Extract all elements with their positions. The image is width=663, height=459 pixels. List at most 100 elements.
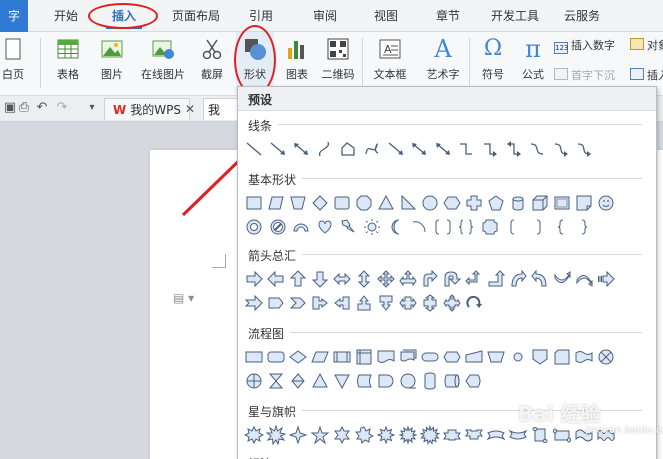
shape-line[interactable] (244, 139, 264, 159)
tab-view[interactable]: 视图 (374, 0, 398, 32)
shape-moon[interactable] (386, 217, 406, 237)
object-button[interactable]: 对象 (630, 36, 663, 56)
shape-rt-triangle[interactable] (398, 193, 418, 213)
shape-can[interactable] (508, 193, 528, 213)
shape-r-callout[interactable] (310, 293, 330, 313)
shape-r-brace[interactable] (574, 217, 594, 237)
tab-my-wps[interactable]: W 我的WPS (104, 98, 190, 120)
shape-r-arrow[interactable] (244, 269, 264, 289)
shape-f-man-input[interactable] (464, 347, 484, 367)
shape-arrow-line[interactable] (268, 139, 288, 159)
shape-star10[interactable] (398, 425, 418, 445)
shape-burst2[interactable] (266, 425, 286, 445)
shape-burst1[interactable] (244, 425, 264, 445)
shape-star6[interactable] (332, 425, 352, 445)
shape-curved-u[interactable] (552, 269, 572, 289)
shape-bent-arrow[interactable] (420, 269, 440, 289)
shape-curved-d[interactable] (574, 269, 594, 289)
shape-curve-arrow[interactable] (574, 139, 594, 159)
shape-notched-r[interactable] (244, 293, 264, 313)
shape-f-multi-doc[interactable] (398, 347, 418, 367)
tab-review[interactable]: 审阅 (313, 0, 337, 32)
shape-dbl-bracket[interactable] (433, 217, 453, 237)
shape-l-bracket[interactable] (504, 217, 524, 237)
shape-octagon[interactable] (354, 193, 374, 213)
redo-icon[interactable]: ↷ (54, 100, 70, 116)
shape-f-connector[interactable] (508, 347, 528, 367)
picture-button[interactable]: 图片 (92, 32, 132, 96)
shape-d-arrow[interactable] (310, 269, 330, 289)
shape-f-internal[interactable] (354, 347, 374, 367)
shape-lru-arrow[interactable] (398, 269, 418, 289)
tab-home[interactable]: 开始 (54, 0, 78, 32)
shape-arrow-line[interactable] (386, 139, 406, 159)
shape-ribbon-up[interactable] (442, 425, 462, 445)
shape-f-term[interactable] (420, 347, 440, 367)
shape-lightning[interactable] (338, 217, 358, 237)
shape-diamond[interactable] (310, 193, 330, 213)
shape-cube[interactable] (530, 193, 550, 213)
shape-curved-l[interactable] (530, 269, 550, 289)
shape-striped-r[interactable] (596, 269, 616, 289)
shape-f-doc[interactable] (376, 347, 396, 367)
shape-l-brace[interactable] (551, 217, 571, 237)
shape-pentagon[interactable] (486, 193, 506, 213)
shape-pent-arrow[interactable] (266, 293, 286, 313)
shape-plaque[interactable] (552, 193, 572, 213)
shape-f-offpage[interactable] (530, 347, 550, 367)
shape-folded[interactable] (574, 193, 594, 213)
shape-rect[interactable] (244, 193, 264, 213)
shape-cross[interactable] (464, 193, 484, 213)
shape-donut[interactable] (244, 217, 264, 237)
tab-chapter[interactable]: 章节 (436, 0, 460, 32)
shape-uturn[interactable] (442, 269, 462, 289)
shape-dbl-arrow[interactable] (291, 139, 311, 159)
tab-page-layout[interactable]: 页面布局 (172, 0, 220, 32)
shape-triangle[interactable] (376, 193, 396, 213)
cover-page-button[interactable]: 白页 (0, 32, 34, 96)
online-picture-button[interactable]: 在线图片 (136, 32, 190, 96)
shape-f-or[interactable] (244, 371, 264, 391)
shape-sun[interactable] (362, 217, 382, 237)
shape-arc[interactable] (291, 217, 311, 237)
shape-elbow-dbl[interactable] (504, 139, 524, 159)
shape-hexagon[interactable] (442, 193, 462, 213)
shape-f-display[interactable] (464, 371, 484, 391)
shape-smiley[interactable] (596, 193, 616, 213)
insert-number-button[interactable]: 123 插入数字 (554, 36, 615, 56)
shape-heart[interactable] (315, 217, 335, 237)
shape-lr-callout[interactable] (398, 293, 418, 313)
shape-f-prep[interactable] (442, 347, 462, 367)
shape-f-collate[interactable] (266, 371, 286, 391)
shape-chevron[interactable] (288, 293, 308, 313)
shape-quad-arrow[interactable] (376, 269, 396, 289)
shape-f-delay[interactable] (376, 371, 396, 391)
shape-scribble[interactable] (362, 139, 382, 159)
shape-f-alt[interactable] (266, 347, 286, 367)
table-button[interactable]: 表格 (48, 32, 88, 96)
shape-elbow-arrow[interactable] (480, 139, 500, 159)
shape-curved-r[interactable] (508, 269, 528, 289)
shape-ud-callout[interactable] (420, 293, 440, 313)
shape-round-rect[interactable] (332, 193, 352, 213)
customize-quick-access-icon[interactable]: ▾ (84, 100, 100, 116)
shape-ribbon-down[interactable] (464, 425, 484, 445)
shape-circ-arrow[interactable] (464, 293, 484, 313)
shape-no-symbol[interactable] (268, 217, 288, 237)
insert-more-button[interactable]: 插入 (630, 66, 663, 86)
shape-f-seq[interactable] (398, 371, 418, 391)
close-icon[interactable]: ✕ (185, 99, 195, 119)
shape-f-tape[interactable] (574, 347, 594, 367)
shape-r-bracket[interactable] (527, 217, 547, 237)
shape-f-card[interactable] (552, 347, 572, 367)
shape-curve[interactable] (315, 139, 335, 159)
shape-star12[interactable] (420, 425, 440, 445)
shape-f-merge[interactable] (332, 371, 352, 391)
shape-f-direct[interactable] (442, 371, 462, 391)
shape-elbow[interactable] (456, 139, 476, 159)
shape-circle[interactable] (420, 193, 440, 213)
print-preview-icon[interactable]: ⎙ (16, 100, 32, 116)
app-menu-button[interactable]: 字 (0, 0, 28, 32)
shape-f-extract[interactable] (310, 371, 330, 391)
shape-f-man-op[interactable] (486, 347, 506, 367)
